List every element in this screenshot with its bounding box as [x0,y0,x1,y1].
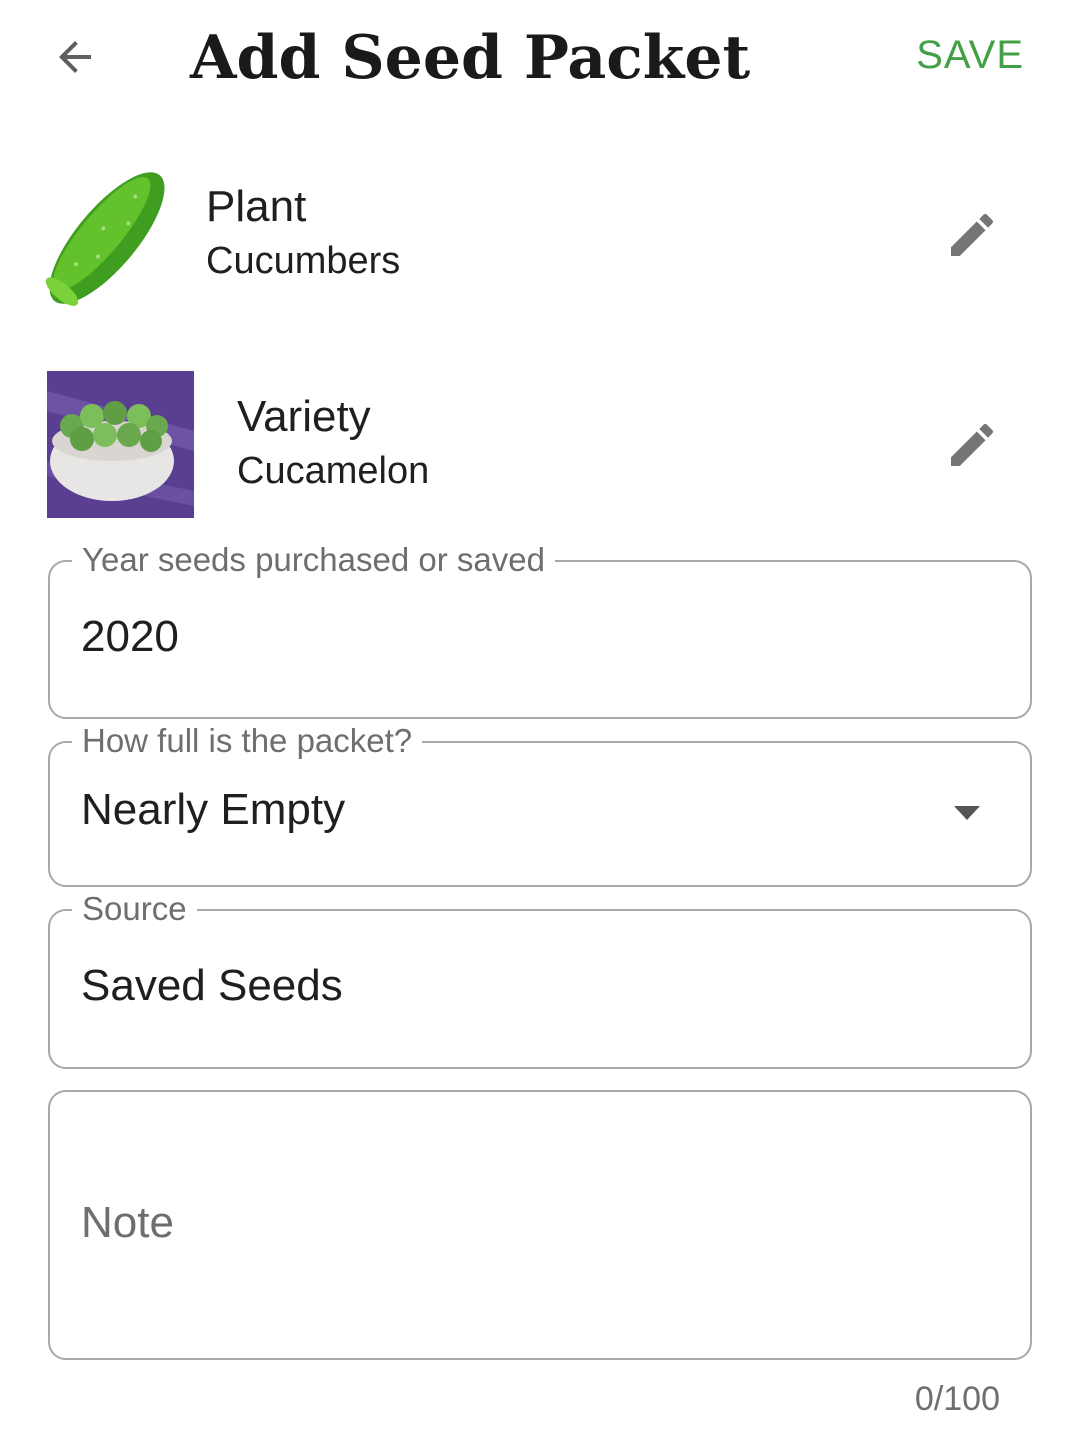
source-field-value[interactable]: Saved Seeds [81,961,343,1011]
fullness-selected-value: Nearly Empty [81,785,346,834]
year-field-value[interactable]: 2020 [81,612,179,662]
fullness-field-label: How full is the packet? [72,719,423,763]
variety-value: Cucamelon [237,450,430,492]
save-button[interactable]: SAVE [916,30,1024,80]
plant-row[interactable]: Plant Cucumbers [0,150,1080,320]
back-button[interactable] [40,22,110,92]
packet-fullness-select[interactable]: How full is the packet? Nearly Empty [48,719,1032,887]
page-title: Add Seed Packet [190,23,751,93]
dropdown-arrow-icon[interactable] [952,803,982,823]
source-field[interactable]: Source Saved Seeds [48,887,1032,1069]
source-field-label: Source [72,887,197,931]
note-field[interactable] [48,1090,1032,1360]
note-char-counter: 0/100 [914,1380,1000,1418]
cucumber-image [45,172,165,306]
note-input[interactable] [81,1198,981,1248]
plant-label: Plant [206,182,307,231]
arrow-back-icon [59,41,91,73]
cucamelon-photo [47,371,194,518]
pencil-icon [951,423,994,466]
add-seed-packet-screen: Add Seed Packet SAVE Plant Cucumbers Var… [0,0,1080,1441]
edit-plant-button[interactable] [942,205,1002,265]
pencil-icon [951,213,994,256]
year-field[interactable]: Year seeds purchased or saved 2020 [48,538,1032,719]
edit-variety-button[interactable] [942,415,1002,475]
variety-label: Variety [237,392,371,441]
year-field-label: Year seeds purchased or saved [72,538,555,582]
plant-value: Cucumbers [206,240,401,282]
variety-row[interactable]: Variety Cucamelon [0,370,1080,520]
